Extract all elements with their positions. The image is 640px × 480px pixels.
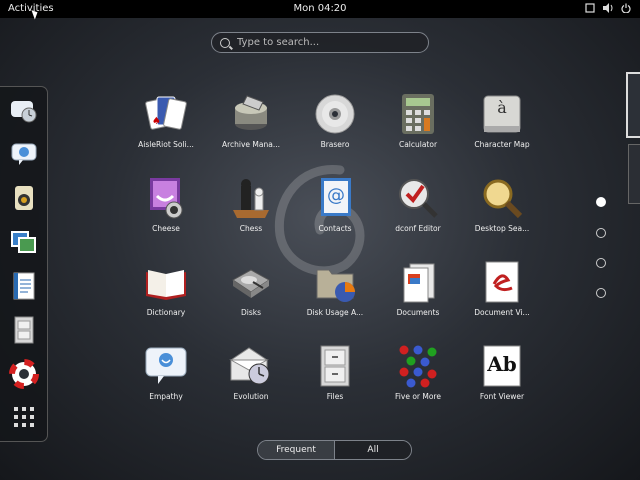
five-or-more-icon — [396, 344, 440, 388]
disk-usage-icon — [313, 260, 357, 304]
app-label: Documents — [396, 308, 440, 317]
app-brasero[interactable]: Brasero — [293, 92, 377, 149]
documents-icon — [396, 260, 440, 304]
show-apps-icon[interactable] — [14, 407, 34, 427]
magnifier-icon — [480, 176, 524, 220]
app-label: Character Map — [474, 140, 530, 149]
app-chess[interactable]: Chess — [209, 176, 293, 233]
font-glyph: Ab — [487, 352, 517, 376]
charmap-icon: à — [480, 92, 524, 136]
app-label: Document Vi... — [474, 308, 530, 317]
app-archive-manager[interactable]: Archive Mana... — [209, 92, 293, 149]
app-desktop-search[interactable]: Desktop Sea... — [460, 176, 544, 233]
app-documents[interactable]: Documents — [376, 260, 460, 317]
app-dconf-editor[interactable]: dconf Editor — [376, 176, 460, 233]
app-calculator[interactable]: Calculator — [376, 92, 460, 149]
frequent-button[interactable]: Frequent — [258, 441, 334, 459]
contacts-icon: @ — [313, 176, 357, 220]
app-label: Disks — [240, 308, 262, 317]
app-label: Archive Mana... — [221, 140, 280, 149]
workspace-thumbnail-1[interactable] — [626, 72, 640, 138]
all-button[interactable]: All — [334, 441, 411, 459]
help-icon[interactable] — [9, 359, 39, 389]
clock-container: Mon 04:20 — [0, 3, 640, 14]
chess-icon — [229, 176, 273, 220]
app-contacts[interactable]: @ Contacts — [293, 176, 377, 233]
chat-icon[interactable] — [9, 139, 39, 169]
cards-icon: ♠ — [144, 92, 188, 136]
top-bar: Activities Mon 04:20 — [0, 0, 640, 20]
app-label: Contacts — [318, 224, 352, 233]
app-label: dconf Editor — [395, 224, 441, 233]
page-indicator-2[interactable] — [596, 228, 606, 238]
app-label: Cheese — [152, 224, 180, 233]
app-label: Five or More — [395, 392, 441, 401]
search-bar[interactable] — [211, 32, 429, 53]
app-cheese[interactable]: Cheese — [124, 176, 208, 233]
power-icon[interactable] — [620, 3, 632, 16]
app-character-map[interactable]: à Character Map — [460, 92, 544, 149]
app-files[interactable]: Files — [293, 344, 377, 401]
window-icon[interactable] — [584, 3, 596, 16]
workspace-thumbnail-2[interactable] — [628, 144, 640, 204]
app-evolution[interactable]: Evolution — [209, 344, 293, 401]
app-label: Calculator — [398, 140, 438, 149]
clock-button[interactable]: Mon 04:20 — [293, 3, 346, 14]
page-indicator-1[interactable] — [596, 197, 606, 207]
app-font-viewer[interactable]: Ab Font Viewer — [460, 344, 544, 401]
document-viewer-icon — [480, 260, 524, 304]
app-document-viewer[interactable]: Document Vi... — [460, 260, 544, 317]
book-icon — [144, 260, 188, 304]
volume-icon[interactable] — [602, 3, 614, 16]
app-label: Evolution — [233, 392, 269, 401]
font-icon: Ab — [480, 344, 524, 388]
app-disk-usage-analyzer[interactable]: Disk Usage A... — [293, 260, 377, 317]
document-icon[interactable] — [9, 271, 39, 301]
search-input[interactable] — [237, 37, 417, 48]
page-indicator-4[interactable] — [596, 288, 606, 298]
disk-icon — [229, 260, 273, 304]
app-disks[interactable]: Disks — [209, 260, 293, 317]
calculator-icon — [396, 92, 440, 136]
app-aisleriot[interactable]: ♠ AisleRiot Soli... — [124, 92, 208, 149]
app-label: Brasero — [320, 140, 350, 149]
system-tray — [584, 3, 632, 16]
app-five-or-more[interactable]: Five or More — [376, 344, 460, 401]
view-toggle: Frequent All — [257, 440, 412, 460]
app-label: Disk Usage A... — [306, 308, 364, 317]
photos-icon[interactable] — [9, 227, 39, 257]
app-dictionary[interactable]: Dictionary — [124, 260, 208, 317]
contacts-glyph: @ — [327, 185, 345, 206]
cheese-icon — [144, 176, 188, 220]
archive-icon — [229, 92, 273, 136]
app-label: Dictionary — [146, 308, 186, 317]
search-icon — [220, 37, 230, 48]
empathy-icon — [144, 344, 188, 388]
cabinet-icon — [313, 344, 357, 388]
app-empathy[interactable]: Empathy — [124, 344, 208, 401]
evolution-icon — [229, 344, 273, 388]
empathy-icon[interactable] — [9, 95, 39, 125]
disc-icon — [313, 92, 357, 136]
charmap-glyph: à — [497, 98, 507, 117]
workspace-switcher — [622, 66, 640, 326]
files-icon[interactable] — [9, 315, 39, 345]
app-label: Empathy — [149, 392, 183, 401]
app-label: Font Viewer — [479, 392, 525, 401]
dconf-icon — [396, 176, 440, 220]
app-label: AisleRiot Soli... — [138, 140, 194, 149]
svg-text:♠: ♠ — [152, 116, 161, 127]
page-indicator-3[interactable] — [596, 258, 606, 268]
app-label: Chess — [239, 224, 263, 233]
dash — [0, 86, 48, 442]
app-label: Desktop Sea... — [474, 224, 530, 233]
speaker-icon[interactable] — [9, 183, 39, 213]
activities-button[interactable]: Activities — [8, 3, 54, 14]
app-label: Files — [326, 392, 344, 401]
